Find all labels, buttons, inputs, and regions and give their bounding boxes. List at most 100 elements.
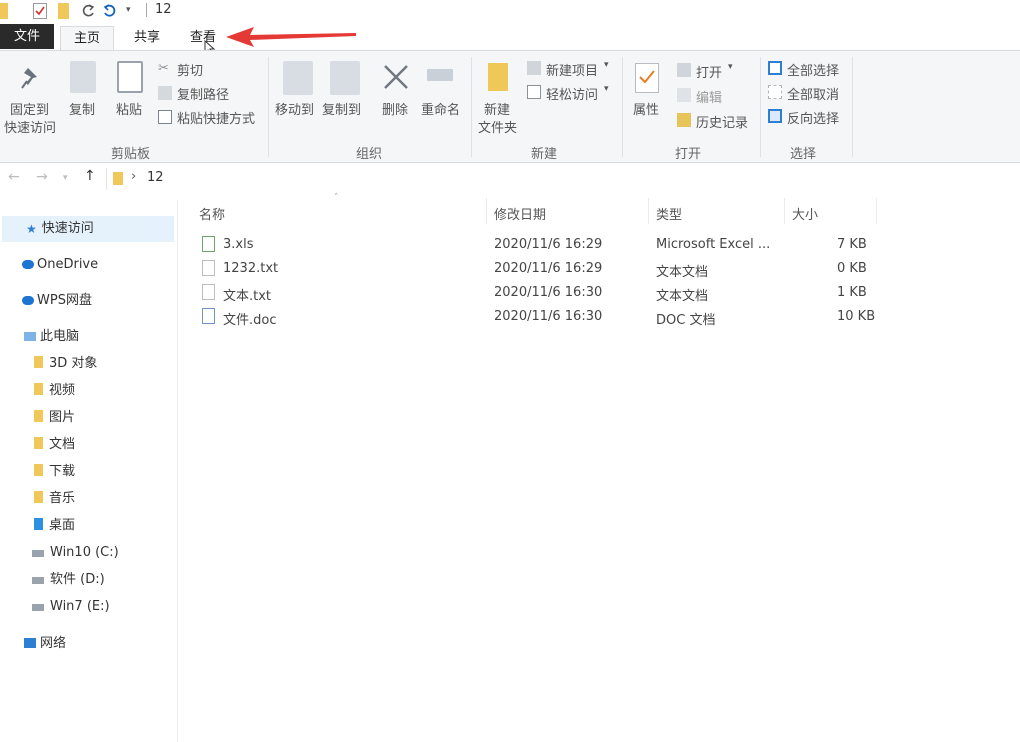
nav-item-drive-c[interactable]: Win10 (C:) — [32, 542, 119, 564]
cut-icon[interactable]: ✂ — [158, 61, 172, 76]
nav-item-quick-access[interactable]: ★ 快速访问 — [26, 218, 94, 240]
nav-item-this-pc[interactable]: 此电脑 — [24, 326, 79, 348]
nav-item-drive-d[interactable]: 软件 (D:) — [32, 569, 105, 591]
nav-item-network[interactable]: 网络 — [24, 633, 66, 655]
paste-shortcut-icon[interactable] — [158, 110, 172, 124]
open-button[interactable]: 打开 — [696, 62, 722, 81]
select-none-icon[interactable] — [768, 85, 782, 99]
properties-icon[interactable] — [635, 63, 659, 93]
tab-home[interactable]: 主页 — [60, 26, 114, 50]
paste-icon[interactable] — [117, 61, 143, 93]
chevron-down-icon[interactable]: ▾ — [126, 5, 136, 21]
move-to-button[interactable]: 移动到 — [275, 99, 314, 118]
new-item-chevron-icon[interactable]: ▾ — [604, 60, 609, 70]
breadcrumb-item[interactable]: 12 — [147, 170, 164, 185]
tab-file[interactable]: 文件 — [0, 24, 54, 49]
rename-button[interactable]: 重命名 — [421, 99, 460, 118]
folder-icon — [34, 356, 43, 368]
file-name: 文件.doc — [223, 313, 277, 328]
invert-selection-icon[interactable] — [768, 109, 782, 123]
nav-item-pictures[interactable]: 图片 — [34, 407, 75, 429]
nav-item-desktop[interactable]: 桌面 — [34, 515, 75, 537]
paste-shortcut-button[interactable]: 粘贴快捷方式 — [177, 108, 255, 127]
select-all-button[interactable]: 全部选择 — [787, 60, 839, 79]
group-label-new: 新建 — [531, 147, 558, 162]
nav-item-downloads[interactable]: 下载 — [34, 461, 75, 483]
recent-chevron-icon[interactable]: ▾ — [63, 173, 68, 183]
delete-icon[interactable] — [382, 63, 410, 91]
pin-icon[interactable] — [20, 65, 42, 91]
back-arrow-icon[interactable]: ← — [8, 169, 20, 185]
navigation-pane: ★ 快速访问 OneDrive WPS网盘 此电脑 3D 对象 视频 图片 文档 … — [0, 200, 178, 742]
nav-item-wps[interactable]: WPS网盘 — [22, 290, 92, 312]
nav-item-3d-objects[interactable]: 3D 对象 — [34, 353, 97, 375]
history-button[interactable]: 历史记录 — [696, 112, 748, 131]
forward-arrow-icon[interactable]: → — [36, 169, 48, 185]
new-folder-icon[interactable] — [488, 63, 508, 91]
edit-icon[interactable] — [677, 88, 691, 102]
paste-button[interactable]: 粘贴 — [116, 99, 142, 118]
column-header-size[interactable]: 大小 — [792, 204, 818, 223]
undo-icon[interactable] — [102, 3, 118, 19]
column-divider[interactable] — [876, 198, 877, 224]
easy-access-chevron-icon[interactable]: ▾ — [604, 84, 609, 94]
nav-item-drive-e[interactable]: Win7 (E:) — [32, 596, 110, 618]
tab-share[interactable]: 共享 — [120, 26, 174, 50]
column-header-name[interactable]: 名称 — [199, 204, 225, 223]
properties-button[interactable]: 属性 — [633, 99, 659, 118]
select-all-icon[interactable] — [768, 61, 782, 75]
nav-item-onedrive[interactable]: OneDrive — [22, 254, 98, 276]
open-chevron-icon[interactable]: ▾ — [728, 62, 733, 72]
new-item-button[interactable]: 新建项目 — [546, 60, 598, 79]
table-row[interactable]: 1232.txt 2020/11/6 16:29 文本文档 0 KB — [186, 257, 886, 281]
move-to-icon[interactable] — [283, 61, 313, 95]
history-icon[interactable] — [677, 113, 691, 127]
breadcrumb-chevron-icon[interactable]: › — [131, 169, 136, 184]
copy-to-icon[interactable] — [330, 61, 360, 95]
nav-item-videos[interactable]: 视频 — [34, 380, 75, 402]
easy-access-button[interactable]: 轻松访问 — [546, 84, 598, 103]
copy-icon[interactable] — [70, 61, 96, 93]
pin-quick-access-button[interactable]: 固定到 — [10, 99, 49, 118]
copy-button[interactable]: 复制 — [69, 99, 95, 118]
ribbon-divider — [622, 57, 623, 157]
rename-icon[interactable] — [427, 69, 453, 81]
select-none-button[interactable]: 全部取消 — [787, 84, 839, 103]
file-type: 文本文档 — [656, 265, 709, 280]
redo-icon[interactable] — [80, 3, 96, 19]
new-folder-button[interactable]: 新建 — [484, 99, 510, 118]
up-arrow-icon[interactable]: ↑ — [84, 168, 96, 184]
column-divider[interactable] — [784, 198, 785, 224]
edit-button[interactable]: 编辑 — [696, 87, 722, 106]
copy-path-icon[interactable] — [158, 86, 172, 100]
new-folder-label[interactable]: 文件夹 — [478, 117, 517, 136]
copy-to-button[interactable]: 复制到 — [322, 99, 361, 118]
file-date: 2020/11/6 16:29 — [494, 237, 603, 252]
pin-quick-access-label[interactable]: 快速访问 — [4, 117, 56, 136]
cut-button[interactable]: 剪切 — [177, 60, 203, 79]
open-icon[interactable] — [677, 63, 691, 77]
group-label-select: 选择 — [790, 147, 817, 162]
text-file-icon — [202, 260, 215, 276]
file-date: 2020/11/6 16:30 — [494, 309, 603, 324]
file-date: 2020/11/6 16:29 — [494, 261, 603, 276]
properties-icon[interactable] — [33, 3, 47, 19]
table-row[interactable]: 文件.doc 2020/11/6 16:30 DOC 文档 10 KB — [186, 305, 886, 329]
nav-item-documents[interactable]: 文档 — [34, 434, 75, 456]
table-row[interactable]: 文本.txt 2020/11/6 16:30 文本文档 1 KB — [186, 281, 886, 305]
nav-item-music[interactable]: 音乐 — [34, 488, 75, 510]
column-divider[interactable] — [486, 198, 487, 224]
copy-path-button[interactable]: 复制路径 — [177, 84, 229, 103]
network-icon — [24, 638, 36, 648]
delete-button[interactable]: 删除 — [382, 99, 408, 118]
address-field[interactable]: › 12 — [106, 168, 1020, 190]
column-header-type[interactable]: 类型 — [656, 204, 682, 223]
table-row[interactable]: 3.xls 2020/11/6 16:29 Microsoft Excel ..… — [186, 233, 886, 257]
easy-access-icon[interactable] — [527, 85, 541, 99]
column-divider[interactable] — [648, 198, 649, 224]
new-folder-icon[interactable] — [58, 3, 69, 19]
new-item-icon[interactable] — [527, 61, 541, 75]
title-divider — [146, 3, 147, 17]
column-header-date[interactable]: 修改日期 — [494, 204, 546, 223]
invert-selection-button[interactable]: 反向选择 — [787, 108, 839, 127]
